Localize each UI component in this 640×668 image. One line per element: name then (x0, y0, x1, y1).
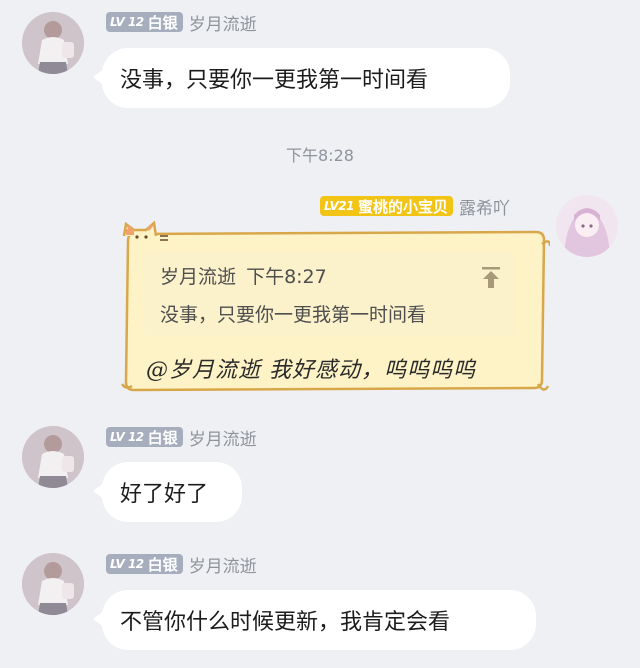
message-text: 没事，只要你一更我第一时间看 (120, 68, 429, 93)
avatar-image (22, 553, 84, 615)
message-bubble[interactable]: 好了好了 (93, 462, 242, 522)
message-text: 好了好了 (120, 482, 209, 507)
title-text: 蜜桃的小宝贝 (357, 197, 448, 216)
quote-sender: 岁月流逝 (160, 266, 237, 288)
quote-time: 下午8:27 (246, 266, 327, 288)
quote-text: 没事，只要你一更我第一时间看 (160, 304, 427, 326)
level-text: LV 12 (110, 557, 144, 571)
sender-name[interactable]: 岁月流逝 (189, 425, 257, 450)
level-badge: LV 12 白银 (106, 427, 183, 447)
sender-name[interactable]: 露希吖 (459, 194, 510, 219)
tier-text: 白银 (147, 428, 178, 447)
jump-to-top-icon[interactable] (480, 266, 502, 290)
avatar[interactable] (556, 195, 618, 257)
level-badge: LV 12 白银 (106, 12, 183, 32)
chat-screen: LV 12 白银 岁月流逝 没事，只要你一更我第一时间看 下午8:28 LV21… (0, 0, 640, 668)
message-text: 不管你什么时候更新，我肯定会看 (120, 610, 451, 635)
avatar[interactable] (22, 426, 84, 488)
sender-name[interactable]: 岁月流逝 (189, 10, 257, 35)
level-text: LV 12 (110, 15, 144, 29)
sender-row: LV 12 白银 岁月流逝 (106, 425, 257, 450)
sender-row: LV21 蜜桃的小宝贝 露希吖 (320, 194, 510, 219)
tier-text: 白银 (147, 555, 178, 574)
message-bubble[interactable]: 不管你什么时候更新，我肯定会看 (93, 590, 536, 650)
level-text: LV 12 (110, 430, 144, 444)
avatar-image (22, 426, 84, 488)
timestamp: 下午8:28 (286, 146, 354, 165)
message-bubble[interactable]: 没事，只要你一更我第一时间看 (93, 48, 510, 108)
tier-text: 白银 (147, 13, 178, 32)
reply-quote[interactable]: 岁月流逝 下午8:27 没事，只要你一更我第一时间看 (144, 252, 516, 336)
avatar-image (22, 12, 84, 74)
avatar-image (556, 195, 618, 257)
avatar[interactable] (22, 553, 84, 615)
level-text: LV21 (324, 199, 354, 213)
sender-name[interactable]: 岁月流逝 (189, 552, 257, 577)
sender-row: LV 12 白银 岁月流逝 (106, 10, 257, 35)
level-badge: LV21 蜜桃的小宝贝 (320, 196, 453, 216)
quote-meta: 岁月流逝 下午8:27 (160, 262, 327, 289)
message-text: @岁月流逝 我好感动，呜呜呜呜 (146, 358, 476, 383)
sender-row: LV 12 白银 岁月流逝 (106, 552, 257, 577)
avatar[interactable] (22, 12, 84, 74)
level-badge: LV 12 白银 (106, 554, 183, 574)
